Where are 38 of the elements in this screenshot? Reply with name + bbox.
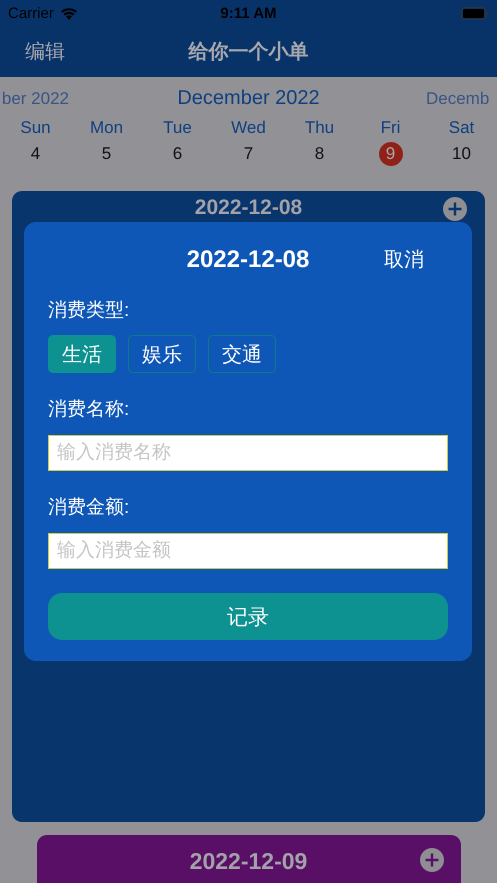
weekday-label: Tue bbox=[163, 117, 192, 139]
edit-button[interactable]: 编辑 bbox=[25, 38, 65, 65]
calendar-day[interactable]: 10 bbox=[450, 142, 474, 166]
weekday-label: Mon bbox=[90, 117, 124, 139]
month-title: December 2022 bbox=[177, 87, 320, 109]
calendar-day[interactable]: 5 bbox=[94, 142, 118, 166]
record-button[interactable]: 记录 bbox=[48, 593, 448, 640]
weekday-label: Sun bbox=[20, 117, 51, 139]
clock-time: 9:11 AM bbox=[220, 4, 277, 22]
wifi-icon bbox=[60, 6, 78, 20]
calendar-day[interactable]: 6 bbox=[166, 142, 190, 166]
weekday-label: Wed bbox=[231, 117, 266, 139]
carrier-label: Carrier bbox=[8, 4, 54, 22]
calendar-day[interactable]: 8 bbox=[308, 142, 332, 166]
type-label: 消费类型: bbox=[48, 299, 130, 323]
name-label: 消费名称: bbox=[48, 398, 130, 422]
card-date: 2022-12-09 bbox=[190, 847, 308, 875]
nav-title: 给你一个小单 bbox=[188, 41, 308, 63]
category-chip[interactable]: 生活 bbox=[48, 335, 116, 373]
calendar-day[interactable]: 7 bbox=[236, 142, 260, 166]
amount-label: 消费金额: bbox=[48, 496, 130, 520]
add-icon[interactable] bbox=[443, 197, 467, 221]
battery-icon bbox=[461, 6, 489, 20]
category-chip[interactable]: 娱乐 bbox=[128, 335, 196, 373]
add-icon[interactable] bbox=[420, 848, 444, 872]
calendar-day[interactable]: 9 bbox=[378, 142, 402, 166]
card-date: 2022-12-08 bbox=[194, 195, 302, 220]
category-chip[interactable]: 交通 bbox=[208, 335, 276, 373]
previous-month-label: ber 2022 bbox=[2, 89, 69, 109]
cancel-button[interactable]: 取消 bbox=[384, 246, 424, 273]
next-month-label: Decemb bbox=[426, 89, 490, 109]
dialog-title: 2022-12-08 bbox=[186, 246, 310, 274]
name-field[interactable]: 输入消费名称 bbox=[48, 435, 448, 471]
weekday-label: Fri bbox=[380, 117, 400, 139]
calendar-day[interactable]: 4 bbox=[24, 142, 48, 166]
amount-field[interactable]: 输入消费金额 bbox=[48, 533, 448, 569]
weekday-label: Sat bbox=[448, 117, 474, 139]
weekday-label: Thu bbox=[304, 117, 334, 139]
